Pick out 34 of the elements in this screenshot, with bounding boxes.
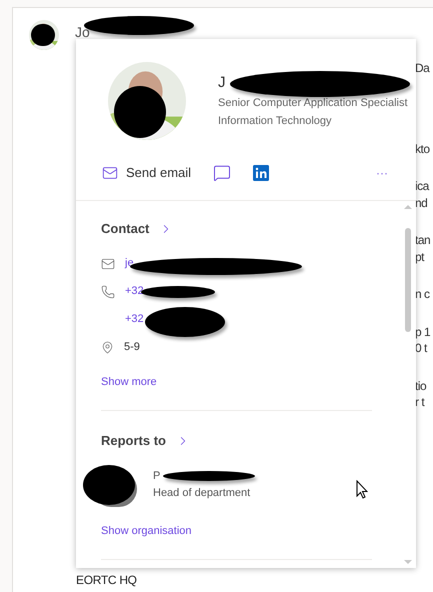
section-heading: Contact — [101, 220, 150, 238]
scrollbar[interactable] — [404, 205, 412, 564]
footer-text: EORTC HQ — [76, 573, 137, 587]
show-organisation-link[interactable]: Show organisation — [101, 522, 192, 539]
body-text: r t — [415, 394, 426, 410]
body-text: nd — [415, 194, 428, 211]
location-pin-icon — [101, 341, 114, 354]
section-heading: Reports to — [101, 432, 166, 450]
manager-name: P — [153, 470, 160, 482]
body-text: tan — [415, 232, 430, 248]
chat-icon[interactable] — [213, 164, 232, 182]
job-title: Senior Computer Application Specialist — [218, 96, 408, 111]
sender-name: Jo — [75, 24, 90, 40]
body-text: ica — [415, 178, 430, 194]
body-text: pt — [415, 248, 426, 265]
manager-title: Head of department — [153, 486, 250, 500]
body-text: Da — [415, 60, 430, 76]
contact-value[interactable]: +32 — [125, 283, 144, 300]
send-email-button[interactable]: Send email — [102, 163, 192, 183]
body-text: kto — [415, 140, 430, 157]
mail-icon — [101, 256, 115, 270]
mail-icon — [102, 165, 118, 181]
mouse-pointer-icon — [356, 480, 368, 499]
department: Information Technology — [218, 114, 333, 129]
linkedin-icon[interactable] — [253, 165, 270, 181]
body-text: p 1 — [415, 324, 430, 340]
person-name: J — [218, 74, 226, 91]
body-text: n c — [415, 286, 430, 302]
contact-value: 5-9 — [124, 340, 140, 356]
phone-icon — [101, 284, 115, 298]
show-more-link[interactable]: Show more — [101, 374, 157, 390]
more-button[interactable]: ··· — [376, 164, 388, 182]
body-text: tio — [415, 378, 428, 394]
contact-value[interactable]: +32 — [125, 311, 144, 328]
